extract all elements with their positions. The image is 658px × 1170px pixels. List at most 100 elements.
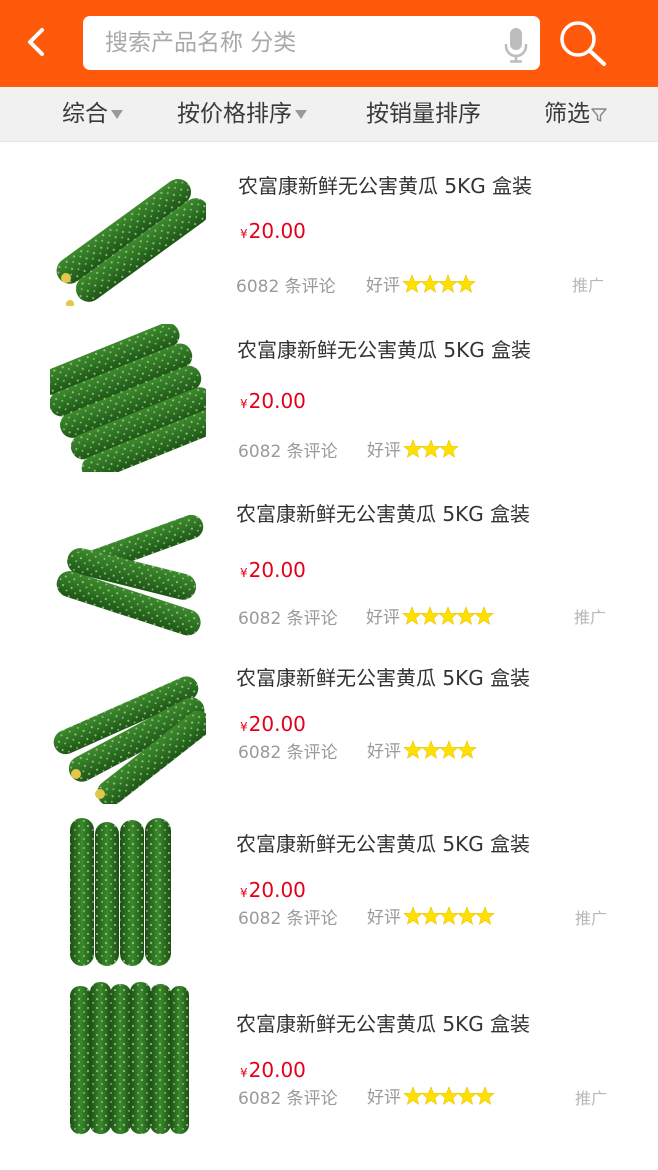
- search-icon[interactable]: [556, 17, 610, 69]
- product-title: 农富康新鲜无公害黄瓜 5KG 盒装: [238, 174, 533, 198]
- product-price: ¥20.00: [240, 1058, 306, 1082]
- rating: 好评: [366, 271, 476, 296]
- star-icon: [456, 274, 476, 293]
- product-image: [56, 178, 206, 306]
- star-icon: [475, 1086, 495, 1105]
- product-image: [56, 514, 204, 636]
- sort-comprehensive-label: 综合: [62, 101, 108, 127]
- caret-down-icon: [295, 110, 307, 119]
- review-count: 6082 条评论: [238, 1089, 338, 1109]
- star-rating-icon: [402, 606, 494, 625]
- rating-label: 好评: [367, 742, 401, 762]
- rating: 好评: [367, 737, 477, 762]
- star-icon: [403, 439, 423, 458]
- sort-comprehensive[interactable]: 综合: [62, 87, 123, 142]
- rating: 好评: [367, 1083, 495, 1108]
- star-icon: [457, 1086, 477, 1105]
- review-count: 6082 条评论: [238, 442, 338, 462]
- star-icon: [439, 1086, 459, 1105]
- promoted-badge: 推广: [575, 1089, 608, 1108]
- review-count: 6082 条评论: [238, 909, 338, 929]
- star-icon: [457, 740, 477, 759]
- rating-label: 好评: [366, 276, 400, 296]
- product-title: 农富康新鲜无公害黄瓜 5KG 盒装: [236, 832, 531, 856]
- star-icon: [420, 274, 440, 293]
- review-count: 6082 条评论: [238, 743, 338, 763]
- search-box[interactable]: [83, 16, 540, 70]
- rating-label: 好评: [367, 441, 401, 461]
- price-value: 20.00: [248, 558, 306, 582]
- currency-symbol: ¥: [240, 566, 248, 580]
- price-value: 20.00: [248, 389, 306, 413]
- star-rating-icon: [403, 740, 477, 759]
- sort-by-sales[interactable]: 按销量排序: [366, 87, 481, 142]
- sort-by-sales-label: 按销量排序: [366, 101, 481, 127]
- star-icon: [421, 740, 441, 759]
- star-icon: [475, 906, 495, 925]
- app-header: [0, 0, 658, 87]
- currency-symbol: ¥: [240, 1066, 248, 1080]
- star-icon: [439, 439, 459, 458]
- sort-by-price-label: 按价格排序: [177, 101, 292, 127]
- promoted-badge: 推广: [575, 909, 608, 928]
- promoted-badge: 推广: [574, 608, 607, 627]
- rating-label: 好评: [367, 1088, 401, 1108]
- microphone-icon[interactable]: [502, 26, 530, 64]
- product-price: ¥20.00: [240, 712, 306, 736]
- currency-symbol: ¥: [240, 720, 248, 734]
- product-price: ¥20.00: [240, 558, 306, 582]
- currency-symbol: ¥: [240, 886, 248, 900]
- product-price: ¥20.00: [240, 389, 306, 413]
- product-card[interactable]: 农富康新鲜无公害黄瓜 5KG 盒装 ¥20.00 6082 条评论 好评: [0, 646, 658, 806]
- product-card[interactable]: 农富康新鲜无公害黄瓜 5KG 盒装 ¥20.00 6082 条评论 好评 推广: [0, 806, 658, 974]
- star-icon: [403, 906, 423, 925]
- product-image: [70, 982, 189, 1134]
- filter-label: 筛选: [544, 101, 590, 127]
- star-icon: [402, 274, 422, 293]
- sort-by-price[interactable]: 按价格排序: [177, 87, 307, 142]
- review-count: 6082 条评论: [238, 609, 338, 629]
- star-icon: [421, 906, 441, 925]
- star-icon: [474, 606, 494, 625]
- caret-down-icon: [111, 110, 123, 119]
- filter-funnel-icon: [591, 108, 607, 122]
- product-image: [50, 324, 206, 472]
- star-icon: [420, 606, 440, 625]
- product-title: 农富康新鲜无公害黄瓜 5KG 盒装: [236, 1012, 531, 1036]
- rating-label: 好评: [366, 608, 400, 628]
- star-rating-icon: [403, 1086, 495, 1105]
- product-price: ¥20.00: [240, 219, 306, 243]
- star-icon: [439, 906, 459, 925]
- star-icon: [456, 606, 476, 625]
- rating: 好评: [367, 903, 495, 928]
- product-title: 农富康新鲜无公害黄瓜 5KG 盒装: [236, 502, 531, 526]
- price-value: 20.00: [248, 219, 306, 243]
- product-title: 农富康新鲜无公害黄瓜 5KG 盒装: [237, 338, 532, 362]
- star-icon: [421, 1086, 441, 1105]
- product-card[interactable]: 农富康新鲜无公害黄瓜 5KG 盒装 ¥20.00 6082 条评论 好评 推广: [0, 142, 658, 310]
- price-value: 20.00: [248, 712, 306, 736]
- back-arrow-icon[interactable]: [18, 22, 52, 62]
- rating: 好评: [367, 436, 459, 461]
- product-image: [70, 818, 171, 966]
- star-icon: [438, 606, 458, 625]
- star-icon: [403, 1086, 423, 1105]
- star-rating-icon: [403, 906, 495, 925]
- star-icon: [402, 606, 422, 625]
- product-card[interactable]: 农富康新鲜无公害黄瓜 5KG 盒装 ¥20.00 6082 条评论 好评 推广: [0, 974, 658, 1164]
- star-icon: [421, 439, 441, 458]
- star-icon: [403, 740, 423, 759]
- star-icon: [457, 906, 477, 925]
- product-card[interactable]: 农富康新鲜无公害黄瓜 5KG 盒装 ¥20.00 6082 条评论 好评: [0, 310, 658, 478]
- price-value: 20.00: [248, 878, 306, 902]
- product-card[interactable]: 农富康新鲜无公害黄瓜 5KG 盒装 ¥20.00 6082 条评论 好评 推广: [0, 478, 658, 646]
- rating: 好评: [366, 603, 494, 628]
- review-count: 6082 条评论: [236, 277, 336, 297]
- search-input[interactable]: [105, 16, 485, 70]
- product-price: ¥20.00: [240, 878, 306, 902]
- currency-symbol: ¥: [240, 227, 248, 241]
- filter-button[interactable]: 筛选: [544, 87, 607, 142]
- sort-bar: 综合 按价格排序 按销量排序 筛选: [0, 87, 658, 142]
- product-title: 农富康新鲜无公害黄瓜 5KG 盒装: [236, 666, 531, 690]
- star-icon: [438, 274, 458, 293]
